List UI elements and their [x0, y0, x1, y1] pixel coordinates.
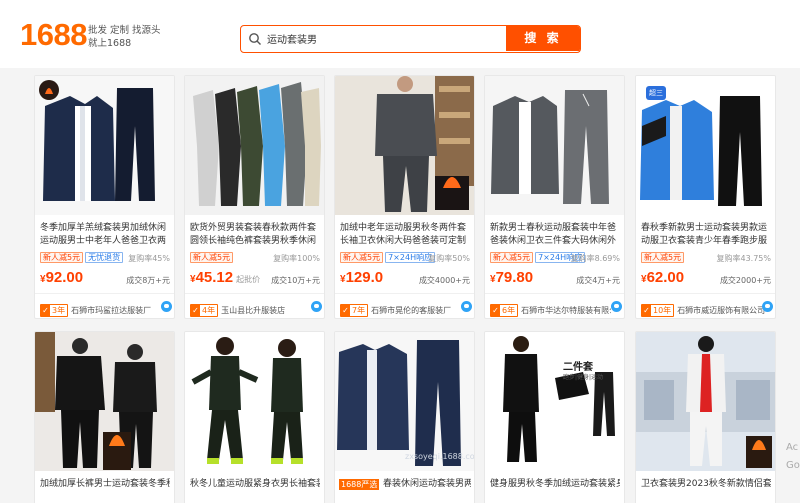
sold-amount: 成交4万+元	[576, 276, 620, 285]
product-image[interactable]	[185, 332, 324, 471]
product-image[interactable]	[185, 76, 324, 215]
product-image[interactable]	[636, 332, 775, 471]
divider	[185, 293, 324, 294]
repurchase-rate: 复购率43.75%	[716, 254, 771, 263]
product-title[interactable]: 加绒加厚长裤男士运动套装冬季秋男	[40, 478, 170, 491]
shop-years-badge: ✓ 10年	[641, 304, 675, 317]
shop-row[interactable]: ✓ 4年 玉山县比升服装店	[190, 300, 322, 317]
image-label: 二件套	[563, 362, 593, 373]
repurchase-rate: 复购率100%	[273, 254, 320, 263]
logo[interactable]: 1688	[20, 17, 87, 53]
tag-new-user: 新人减5元	[40, 252, 84, 263]
divider	[485, 293, 624, 294]
product-title[interactable]: 健身服男秋冬季加绒运动套装紧身训练	[490, 478, 620, 491]
shop-row[interactable]: ✓ 7年 石狮市晃伦的客服装厂	[340, 300, 472, 317]
shop-years-badge: ✓ 3年	[40, 304, 69, 317]
search-button[interactable]: 搜 索	[506, 26, 580, 51]
slogan-line-1: 批发 定制 找源头	[88, 25, 161, 36]
site-header: 1688 批发 定制 找源头 就上1688 搜 索	[0, 0, 800, 68]
chat-icon[interactable]	[161, 301, 172, 312]
search-icon	[249, 33, 261, 45]
sold-amount: 成交2000+元	[719, 276, 771, 285]
search-box: 搜 索	[240, 25, 581, 53]
image-sublabel: 跑步|健身|运动	[563, 374, 604, 381]
search-input[interactable]	[267, 26, 503, 51]
product-title[interactable]: 欧货外贸男装套装春秋款两件套圆领长袖纯色裤套装男秋季休闲装	[190, 222, 320, 248]
product-tags: 新人减5元 无忧退货	[40, 252, 125, 264]
repurchase-rate: 复购率8.69%	[570, 254, 620, 263]
product-card[interactable]: 二件套 跑步|健身|运动 健身服男秋冬季加绒运动套装紧身训练	[484, 331, 625, 503]
shop-years-badge: ✓ 7年	[340, 304, 369, 317]
product-card[interactable]: 卫衣套装男2023秋冬新款情侣套装服饰	[635, 331, 776, 503]
shop-name[interactable]: 石狮市华达尔特服装有限公	[521, 305, 611, 316]
chat-icon[interactable]	[461, 301, 472, 312]
product-card[interactable]: 秋冬儿童运动服紧身衣男长袖套装训练	[184, 331, 325, 503]
shop-row[interactable]: ✓ 3年 石狮市玛鲨拉达服装厂	[40, 300, 172, 317]
shop-name[interactable]: 石狮市晃伦的客服装厂	[371, 305, 451, 316]
slogan: 批发 定制 找源头 就上1688	[88, 24, 161, 50]
product-card[interactable]: 欧货外贸男装套装春秋款两件套圆领长袖纯色裤套装男秋季休闲装 新人减5元 复购率1…	[184, 75, 325, 319]
product-price: ¥62.00	[641, 269, 685, 286]
product-price: ¥92.00	[40, 269, 84, 286]
shop-row[interactable]: ✓ 10年 石狮市威迈服饰有限公司	[641, 300, 773, 317]
product-image[interactable]	[335, 76, 474, 215]
product-title[interactable]: 冬季加厚羊羔绒套装男加绒休闲运动服男士中老年人爸爸卫衣两件套	[40, 222, 170, 248]
product-title[interactable]: 春秋季新款男士运动套装男款运动服卫衣套装青少年春季跑步服268	[641, 222, 771, 248]
chat-icon[interactable]	[311, 301, 322, 312]
product-title[interactable]: 春装休闲运动套装男两件套运动服	[383, 478, 471, 491]
product-tags: 新人减5元	[641, 252, 686, 264]
badge-1688: 1688严选	[339, 479, 380, 490]
product-price: ¥79.80	[490, 269, 534, 286]
shop-years-badge: ✓ 6年	[490, 304, 519, 317]
shop-row[interactable]: ✓ 6年 石狮市华达尔特服装有限公	[490, 300, 622, 317]
divider	[636, 293, 775, 294]
image-badge: 超三	[646, 86, 666, 100]
product-image[interactable]: zxsoyeqi.1688.com	[335, 332, 474, 471]
shop-name[interactable]: 玉山县比升服装店	[221, 305, 285, 316]
repurchase-rate: 复购率45%	[128, 254, 170, 263]
repurchase-rate: 复购率50%	[428, 254, 470, 263]
product-tags: 新人减5元 7×24H响应	[340, 252, 437, 264]
product-tags: 新人减5元	[190, 252, 235, 264]
product-title[interactable]: 秋冬儿童运动服紧身衣男长袖套装训练	[190, 478, 320, 491]
tag-new-user: 新人减5元	[490, 252, 534, 263]
product-title[interactable]: 加绒中老年运动服男秋冬两件套长袖卫衣休闲大码爸爸装可定制印logo	[340, 222, 470, 248]
sold-amount: 成交8万+元	[126, 276, 170, 285]
sold-amount: 成交4000+元	[418, 276, 470, 285]
product-card[interactable]: 超三 春秋季新款男士运动套装男款运动服卫衣套装青少年春季跑步服268 新人减5元…	[635, 75, 776, 319]
chat-icon[interactable]	[611, 301, 622, 312]
tag-free-return: 无忧退货	[85, 252, 124, 263]
tag-new-user: 新人减5元	[190, 252, 234, 263]
sold-amount: 成交10万+元	[271, 276, 320, 285]
shop-name[interactable]: 石狮市玛鲨拉达服装厂	[71, 305, 151, 316]
product-title[interactable]: 卫衣套装男2023秋冬新款情侣套装服饰	[641, 478, 771, 491]
product-card[interactable]: 冬季加厚羊羔绒套装男加绒休闲运动服男士中老年人爸爸卫衣两件套 新人减5元无忧退货…	[34, 75, 175, 319]
image-watermark: zxsoyeqi.1688.com	[405, 452, 475, 461]
divider	[335, 293, 474, 294]
product-image[interactable]: 超三	[636, 76, 775, 215]
activate-windows-overlay: Ac Go	[786, 442, 800, 471]
product-title[interactable]: 新款男士春秋运动服套装中年爸爸装休闲卫衣三件套大码休闲外套	[490, 222, 620, 248]
product-card[interactable]: zxsoyeqi.1688.com 1688严选 春装休闲运动套装男两件套运动服	[334, 331, 475, 503]
product-image[interactable]	[35, 332, 174, 471]
shop-name[interactable]: 石狮市威迈服饰有限公司	[677, 305, 765, 316]
tag-new-user: 新人减5元	[641, 252, 685, 263]
product-price: ¥45.12 起批价	[190, 269, 261, 286]
product-image[interactable]	[35, 76, 174, 215]
product-price: ¥129.0	[340, 269, 384, 286]
chat-icon[interactable]	[762, 301, 773, 312]
product-card[interactable]: 加绒中老年运动服男秋冬两件套长袖卫衣休闲大码爸爸装可定制印logo 新人减5元7…	[334, 75, 475, 319]
product-card[interactable]: 加绒加厚长裤男士运动套装冬季秋男	[34, 331, 175, 503]
divider	[35, 293, 174, 294]
product-card[interactable]: 新款男士春秋运动服套装中年爸爸装休闲卫衣三件套大码休闲外套 新人减5元7×24H…	[484, 75, 625, 319]
shop-years-badge: ✓ 4年	[190, 304, 219, 317]
slogan-line-2: 就上1688	[88, 38, 132, 49]
product-image[interactable]: 二件套 跑步|健身|运动	[485, 332, 624, 471]
tag-new-user: 新人减5元	[340, 252, 384, 263]
product-image[interactable]	[485, 76, 624, 215]
